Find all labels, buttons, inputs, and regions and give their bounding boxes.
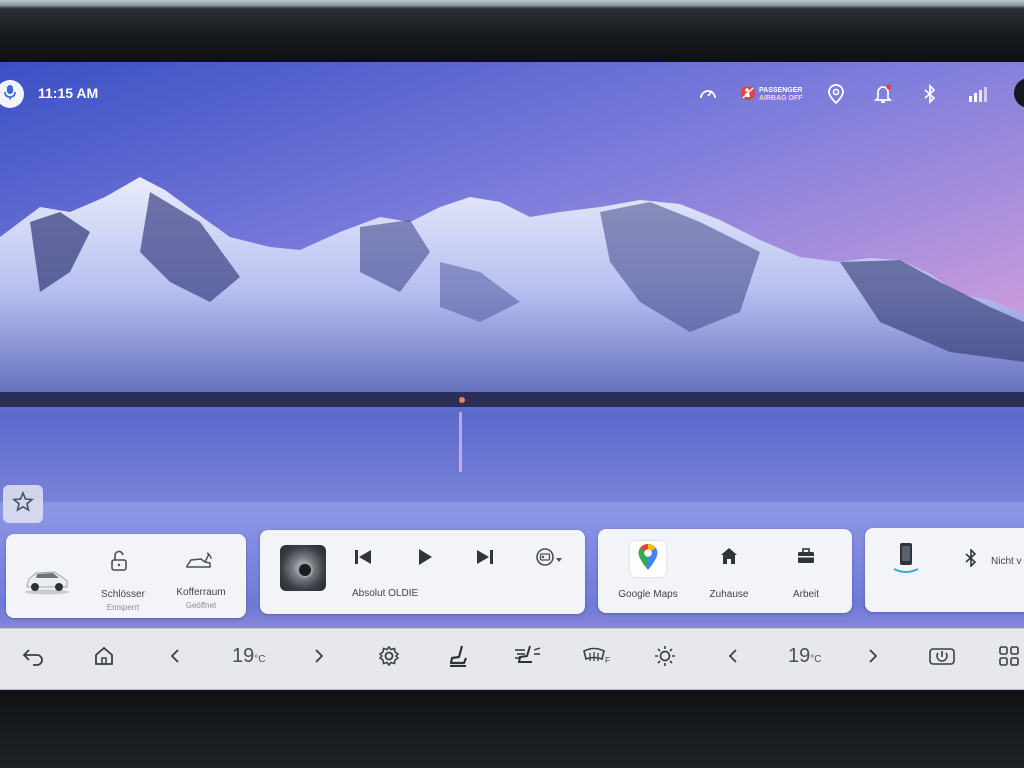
home-destination-button[interactable]: [716, 545, 742, 571]
bluetooth-icon: [965, 547, 977, 572]
grid-icon: [998, 645, 1020, 672]
left-temperature-value: 19: [232, 645, 255, 667]
vehicle-status-card[interactable]: Schlösser Entsperrt Kofferraum Geöffnet: [6, 534, 246, 618]
home-button[interactable]: [89, 643, 119, 673]
nav-label-work: Arbeit: [792, 589, 820, 600]
seat-heating-button[interactable]: [444, 643, 474, 673]
infotainment-screen: 11:15 AM PASSENGER AIRBAG OFF Schlösser …: [0, 62, 1024, 690]
gear-icon: [378, 645, 400, 672]
microphone-icon: [3, 84, 17, 105]
status-bar: 11:15 AM PASSENGER AIRBAG OFF: [0, 74, 1024, 114]
svg-text:F: F: [605, 656, 610, 665]
screen-bezel-top: [0, 0, 1024, 62]
airbag-off-icon: [740, 85, 756, 106]
screen-bezel-bottom: [0, 690, 1024, 768]
right-temp-decrease-button[interactable]: [722, 643, 744, 673]
briefcase-icon: [796, 547, 816, 570]
defrost-icon: F: [582, 645, 612, 672]
sun-icon: [654, 645, 676, 672]
home-icon: [93, 645, 115, 672]
google-maps-button[interactable]: [630, 541, 666, 577]
right-temperature-unit: °C: [810, 654, 822, 665]
home-filled-icon: [720, 547, 738, 570]
location-pin-icon[interactable]: [824, 82, 848, 106]
left-temperature-unit: °C: [254, 654, 266, 665]
favorite-edit-button[interactable]: [3, 485, 43, 523]
trunk-open-icon: [185, 550, 213, 577]
fan-airflow-seat-icon: [512, 644, 542, 673]
google-maps-icon: [637, 543, 659, 576]
bluetooth-icon[interactable]: [918, 82, 942, 106]
nav-label-home: Zuhause: [709, 589, 749, 600]
back-arrow-icon: [21, 646, 45, 671]
trunk-button[interactable]: [184, 550, 214, 576]
left-temp-increase-button[interactable]: [308, 643, 330, 673]
album-art: [280, 545, 326, 591]
left-temperature[interactable]: 19°C: [232, 645, 265, 668]
station-name: Absolut OLDIE: [352, 588, 419, 599]
media-player-card[interactable]: Absolut OLDIE: [260, 530, 585, 614]
climate-power-icon: [928, 645, 956, 672]
play-button[interactable]: [412, 546, 438, 572]
signal-strength-icon: [966, 82, 990, 106]
bottom-dock: 19°C F 19°C: [0, 628, 1024, 689]
app-grid-button[interactable]: [994, 643, 1024, 673]
skip-next-icon: [475, 548, 495, 571]
previous-track-button[interactable]: [350, 546, 376, 572]
chevron-down-icon: [555, 550, 563, 568]
locks-label: Schlösser: [101, 589, 145, 600]
next-track-button[interactable]: [472, 546, 498, 572]
settings-button[interactable]: [374, 643, 404, 673]
front-defrost-button[interactable]: F: [580, 643, 614, 673]
work-destination-button[interactable]: [793, 545, 819, 571]
navigation-card[interactable]: Google Maps Zuhause Arbeit: [598, 529, 852, 613]
chevron-left-icon: [728, 648, 738, 669]
speedometer-icon[interactable]: [696, 82, 720, 106]
chevron-right-icon: [314, 648, 324, 669]
phone-wireless-charge-icon: [891, 540, 921, 581]
phone-charging-button[interactable]: [891, 542, 921, 578]
skip-previous-icon: [353, 548, 373, 571]
star-edit-icon: [12, 490, 34, 518]
climate-power-button[interactable]: [926, 643, 958, 673]
unlock-icon: [109, 550, 129, 577]
left-temp-decrease-button[interactable]: [164, 643, 186, 673]
voice-assistant-button[interactable]: [0, 80, 24, 108]
phone-connection-card[interactable]: Nicht v: [865, 528, 1024, 612]
locks-status: Entsperrt: [106, 603, 140, 612]
airbag-label-line2: AIRBAG OFF: [759, 95, 803, 102]
right-temperature-value: 19: [788, 645, 811, 667]
right-temp-increase-button[interactable]: [862, 643, 884, 673]
chevron-left-icon: [170, 648, 180, 669]
phone-bluetooth-button[interactable]: [961, 547, 981, 572]
phone-connection-status: Nicht v: [991, 556, 1022, 567]
clock: 11:15 AM: [38, 85, 99, 101]
nav-label-google-maps: Google Maps: [618, 589, 678, 600]
seat-icon: [448, 644, 470, 673]
radio-source-icon: [535, 547, 555, 572]
notification-bell-icon[interactable]: [871, 82, 895, 106]
media-source-selector[interactable]: [532, 546, 566, 572]
right-temperature[interactable]: 19°C: [788, 645, 821, 668]
brightness-button[interactable]: [650, 643, 680, 673]
play-icon: [416, 547, 434, 572]
profile-avatar[interactable]: [1014, 78, 1024, 108]
car-image: [25, 571, 69, 595]
airbag-label-line1: PASSENGER: [759, 87, 803, 94]
trunk-status: Geöffnet: [185, 601, 217, 610]
lock-button[interactable]: [106, 550, 132, 576]
passenger-airbag-indicator: PASSENGER AIRBAG OFF: [740, 84, 803, 106]
trunk-label: Kofferraum: [176, 587, 226, 598]
chevron-right-icon: [868, 648, 878, 669]
air-flow-button[interactable]: [510, 643, 544, 673]
back-button[interactable]: [18, 643, 48, 673]
